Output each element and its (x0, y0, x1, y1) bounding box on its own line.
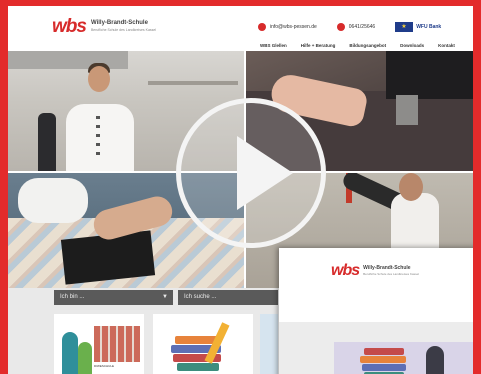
book-illustration (364, 348, 404, 355)
finder-section: Ich bin ... ▼ Ich suche ... DIWESCHULE (8, 288, 278, 374)
overlay-logo-subtitle: Berufliche Schule des Landkreises Kassel (363, 272, 419, 276)
logo-subtitle: Berufliche Schule des Landkreises Kassel (90, 28, 157, 32)
overlay-logo[interactable]: wbs Willy-Brandt-Schule Berufliche Schul… (331, 262, 419, 280)
kitchen-shelf (148, 81, 238, 85)
eu-flag-icon (395, 22, 414, 32)
contact-bar: info@wbs-pessen.de 0641/25646 WFU Bank (258, 22, 461, 32)
person-illustration (426, 346, 444, 374)
overlay-logo-mark: wbs (331, 262, 360, 279)
phone-text: 0641/25646 (348, 24, 376, 30)
nav-item-kontakt[interactable]: Kontakt (438, 43, 455, 48)
card-caption: DIWESCHULE (94, 364, 115, 368)
site-logo[interactable]: wbs Willy-Brandt-Schule Berufliche Schul… (52, 16, 156, 38)
nav-item-wbs[interactable]: WBS Glellen (260, 43, 287, 48)
white-sleeve (18, 178, 88, 223)
book-illustration (177, 363, 219, 371)
worker-body (391, 193, 439, 253)
chevron-down-icon: ▼ (162, 294, 168, 300)
select-ich-suche[interactable]: Ich suche ... (178, 290, 278, 305)
play-button[interactable] (176, 98, 326, 248)
select-ich-suche-value: Ich suche ... (184, 294, 217, 300)
eu-label: WFU Bank (416, 24, 442, 30)
chef-buttons (96, 116, 100, 156)
website-page: wbs Willy-Brandt-Schule Berufliche Schul… (8, 6, 473, 374)
card-partial[interactable] (260, 314, 278, 374)
presser-foot (396, 95, 418, 125)
worker-head (399, 173, 423, 201)
eu-badge[interactable]: WFU Bank (395, 22, 441, 32)
sewing-machine (386, 51, 473, 99)
play-icon (237, 136, 293, 210)
nav-item-bildungsangebot[interactable]: Bildungsangebot (349, 43, 386, 48)
overlay-page-preview: wbs Willy-Brandt-Schule Berufliche Schul… (279, 248, 473, 374)
email-text: info@wbs-pessen.de (270, 24, 317, 30)
building-illustration (94, 326, 140, 362)
person-illustration (62, 332, 78, 374)
chef-head (88, 66, 110, 92)
phone-icon (336, 23, 345, 31)
logo-name: Willy-Brandt-Schule (90, 20, 148, 26)
red-frame: wbs Willy-Brandt-Schule Berufliche Schul… (0, 0, 481, 374)
chef-jacket (66, 104, 134, 171)
main-nav: WBS Glellen Hilfe + Beratung Bildungsang… (260, 43, 469, 48)
overlay-logo-text: Willy-Brandt-Schule Berufliche Schule de… (363, 265, 419, 277)
card-school[interactable]: DIWESCHULE (54, 314, 144, 374)
overlay-card[interactable] (334, 342, 473, 374)
phone-link[interactable]: 0641/25646 (336, 23, 376, 31)
card-books[interactable] (153, 314, 253, 374)
kitchen-hood (8, 51, 128, 69)
nav-item-hilfe[interactable]: Hilfe + Beratung (301, 43, 336, 48)
logo-text: Willy-Brandt-Schule Berufliche Schule de… (91, 20, 156, 34)
book-illustration (360, 356, 406, 363)
select-ich-bin-value: Ich bin ... (60, 294, 85, 300)
nav-item-downloads[interactable]: Downloads (400, 43, 424, 48)
child-illustration (78, 342, 92, 374)
select-ich-bin[interactable]: Ich bin ... ▼ (54, 290, 173, 305)
logo-mark: wbs (52, 16, 87, 37)
mail-icon (258, 23, 266, 31)
site-header: wbs Willy-Brandt-Schule Berufliche Schul… (8, 6, 473, 50)
book-illustration (362, 364, 406, 371)
background-person (38, 113, 56, 171)
email-link[interactable]: info@wbs-pessen.de (258, 23, 317, 31)
